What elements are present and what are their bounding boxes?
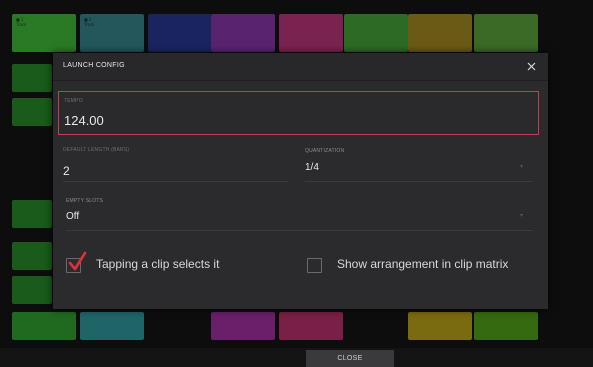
default-length-underline <box>63 181 288 182</box>
track-header[interactable] <box>344 14 408 52</box>
clip[interactable] <box>279 312 343 340</box>
quantization-label: QUANTIZATION <box>305 148 345 154</box>
tempo-label: TEMPO <box>64 98 83 104</box>
clip[interactable] <box>12 200 52 228</box>
track-header[interactable] <box>279 14 343 52</box>
default-length-label: DEFAULT LENGTH (BARS) <box>63 147 130 153</box>
track-header[interactable]: ■ 1 Track <box>12 14 76 52</box>
chevron-down-icon: ▾ <box>520 212 524 219</box>
clip[interactable] <box>12 276 52 304</box>
close-button[interactable]: CLOSE <box>306 350 394 367</box>
chevron-down-icon: ▾ <box>520 163 524 170</box>
checkmark-icon <box>68 251 87 271</box>
dialog-title: LAUNCH CONFIG <box>63 62 125 69</box>
show-arrangement-checkbox[interactable] <box>307 258 322 273</box>
empty-slots-underline <box>66 230 533 231</box>
show-arrangement-label: Show arrangement in clip matrix <box>337 257 509 271</box>
track-header[interactable] <box>211 14 275 52</box>
clip[interactable] <box>12 312 76 340</box>
default-length-value: 2 <box>63 164 70 178</box>
clip[interactable] <box>408 312 472 340</box>
clip[interactable] <box>211 312 275 340</box>
tempo-field[interactable]: TEMPO 124.00 <box>58 91 539 135</box>
quantization-underline <box>305 181 533 182</box>
clip[interactable] <box>12 98 52 126</box>
tempo-value: 124.00 <box>64 113 104 128</box>
empty-slots-value: Off <box>66 211 80 222</box>
bottom-bar <box>0 348 593 367</box>
clip[interactable] <box>80 312 144 340</box>
dialog-header: LAUNCH CONFIG <box>53 53 548 81</box>
track-header[interactable] <box>148 14 212 52</box>
launch-config-dialog: LAUNCH CONFIG TEMPO 124.00 DEFAULT LENGT… <box>53 53 548 309</box>
tapping-clip-label: Tapping a clip selects it <box>96 257 220 271</box>
close-icon[interactable] <box>525 60 538 73</box>
empty-slots-label: EMPTY SLOTS <box>66 198 104 204</box>
clip[interactable] <box>474 312 538 340</box>
track-header[interactable]: ■ 2 Track <box>80 14 144 52</box>
clip[interactable] <box>12 64 52 92</box>
track-header[interactable] <box>408 14 472 52</box>
track-header[interactable] <box>474 14 538 52</box>
quantization-value: 1/4 <box>305 162 319 173</box>
clip[interactable] <box>12 242 52 270</box>
